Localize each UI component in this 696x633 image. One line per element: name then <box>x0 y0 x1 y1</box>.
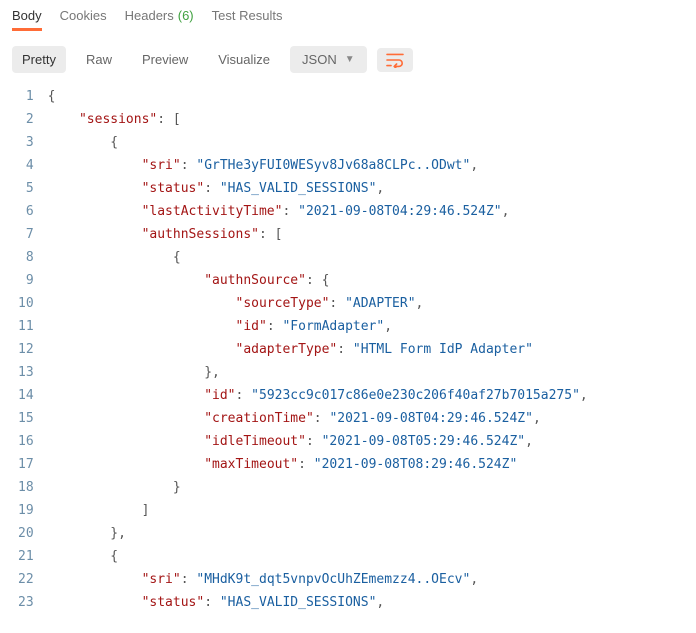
tab-body[interactable]: Body <box>12 2 42 29</box>
headers-count: (6) <box>178 8 194 23</box>
line-number: 19 <box>18 499 34 522</box>
code-content: { "sessions": [ { "sri": "GrTHe3yFUI0WES… <box>46 85 588 614</box>
line-number: 15 <box>18 407 34 430</box>
preview-button[interactable]: Preview <box>132 46 198 73</box>
code-line: "sourceType": "ADAPTER", <box>48 292 588 315</box>
format-picker[interactable]: JSON ▼ <box>290 46 367 73</box>
line-number: 9 <box>18 269 34 292</box>
line-number: 16 <box>18 430 34 453</box>
line-number: 7 <box>18 223 34 246</box>
raw-button[interactable]: Raw <box>76 46 122 73</box>
code-line: "authnSource": { <box>48 269 588 292</box>
code-line: "lastActivityTime": "2021-09-08T04:29:46… <box>48 200 588 223</box>
code-line: { <box>48 246 588 269</box>
code-line: { <box>48 85 588 108</box>
line-number: 23 <box>18 591 34 614</box>
line-number: 13 <box>18 361 34 384</box>
pretty-button[interactable]: Pretty <box>12 46 66 73</box>
code-line: "maxTimeout": "2021-09-08T08:29:46.524Z" <box>48 453 588 476</box>
line-number: 5 <box>18 177 34 200</box>
line-number: 1 <box>18 85 34 108</box>
code-line: }, <box>48 361 588 384</box>
code-line: "adapterType": "HTML Form IdP Adapter" <box>48 338 588 361</box>
code-line: "sessions": [ <box>48 108 588 131</box>
line-number: 8 <box>18 246 34 269</box>
code-line: "authnSessions": [ <box>48 223 588 246</box>
line-number: 21 <box>18 545 34 568</box>
format-label: JSON <box>302 52 337 67</box>
code-line: "status": "HAS_VALID_SESSIONS", <box>48 591 588 614</box>
line-number: 3 <box>18 131 34 154</box>
line-number: 4 <box>18 154 34 177</box>
line-number: 14 <box>18 384 34 407</box>
visualize-button[interactable]: Visualize <box>208 46 280 73</box>
line-number: 11 <box>18 315 34 338</box>
code-line: "idleTimeout": "2021-09-08T05:29:46.524Z… <box>48 430 588 453</box>
line-number: 22 <box>18 568 34 591</box>
line-number: 6 <box>18 200 34 223</box>
line-number: 2 <box>18 108 34 131</box>
code-viewer[interactable]: 1234567891011121314151617181920212223 { … <box>0 83 696 614</box>
code-line: "id": "FormAdapter", <box>48 315 588 338</box>
line-number: 10 <box>18 292 34 315</box>
response-tabs: Body Cookies Headers(6) Test Results <box>0 0 696 32</box>
line-number: 20 <box>18 522 34 545</box>
wrap-icon <box>385 52 405 68</box>
chevron-down-icon: ▼ <box>345 54 355 65</box>
line-number: 12 <box>18 338 34 361</box>
code-line: "status": "HAS_VALID_SESSIONS", <box>48 177 588 200</box>
tab-test-results[interactable]: Test Results <box>212 2 283 29</box>
code-line: "sri": "MHdK9t_dqt5vnpvOcUhZEmemzz4..OEc… <box>48 568 588 591</box>
code-line: } <box>48 476 588 499</box>
code-line: "id": "5923cc9c017c86e0e230c206f40af27b7… <box>48 384 588 407</box>
code-line: { <box>48 131 588 154</box>
tab-headers[interactable]: Headers(6) <box>125 2 194 29</box>
line-number: 17 <box>18 453 34 476</box>
code-line: "creationTime": "2021-09-08T04:29:46.524… <box>48 407 588 430</box>
tab-cookies[interactable]: Cookies <box>60 2 107 29</box>
response-toolbar: Pretty Raw Preview Visualize JSON ▼ <box>0 32 696 83</box>
code-line: { <box>48 545 588 568</box>
line-number: 18 <box>18 476 34 499</box>
code-line: ] <box>48 499 588 522</box>
line-gutter: 1234567891011121314151617181920212223 <box>0 85 46 614</box>
code-line: "sri": "GrTHe3yFUI0WESyv8Jv68a8CLPc..ODw… <box>48 154 588 177</box>
code-line: }, <box>48 522 588 545</box>
wrap-lines-button[interactable] <box>377 48 413 72</box>
